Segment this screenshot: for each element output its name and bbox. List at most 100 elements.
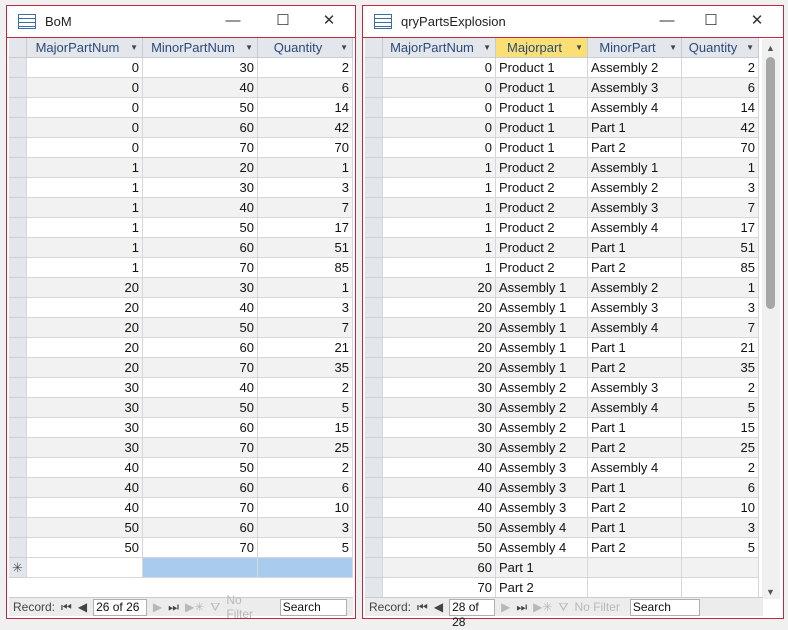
record-selector[interactable] [365,418,383,438]
table-cell[interactable]: 20 [383,298,496,318]
table-cell[interactable]: 60 [143,478,258,498]
table-cell[interactable]: 0 [27,78,143,98]
table-cell[interactable]: 25 [682,438,759,458]
table-cell[interactable]: Assembly 3 [496,478,588,498]
table-cell[interactable]: 30 [383,418,496,438]
record-selector[interactable] [365,538,383,558]
table-cell[interactable]: 15 [682,418,759,438]
table-row[interactable]: 30 Assembly 2 Assembly 45 [365,398,759,418]
table-row[interactable]: 1 Product 2 Part 2 85 [365,258,759,278]
scroll-up-icon[interactable]: ▲ [766,43,775,53]
record-selector[interactable] [9,158,27,178]
table-row[interactable]: 30 70 25 [9,438,353,458]
record-selector[interactable] [9,218,27,238]
table-cell[interactable]: 1 [27,218,143,238]
table-cell[interactable]: 40 [143,298,258,318]
record-selector[interactable] [9,58,27,78]
record-selector[interactable] [9,198,27,218]
table-cell[interactable]: 40 [143,198,258,218]
table-cell[interactable]: 30 [383,398,496,418]
table-cell[interactable]: 1 [27,238,143,258]
record-selector[interactable] [365,378,383,398]
record-selector[interactable] [9,518,27,538]
table-cell[interactable]: 50 [383,518,496,538]
table-cell[interactable]: 1 [383,218,496,238]
table-row[interactable]: 0 30 2 [9,58,353,78]
table-cell[interactable]: 0 [383,78,496,98]
sort-dropdown-icon[interactable]: ▼ [245,38,253,57]
sort-dropdown-icon[interactable]: ▼ [340,38,348,57]
table-row[interactable]: 20 Assembly 1 Assembly 21 [365,278,759,298]
table-cell[interactable]: 70 [258,138,353,158]
table-cell[interactable]: Assembly 3 [496,458,588,478]
table-row[interactable]: 1 70 85 [9,258,353,278]
record-selector[interactable] [365,98,383,118]
table-cell[interactable]: 30 [143,278,258,298]
record-selector[interactable] [365,238,383,258]
column-header[interactable]: MajorPartNum ▼ [27,38,143,58]
record-selector[interactable] [9,138,27,158]
record-selector[interactable] [9,418,27,438]
table-cell[interactable]: 40 [27,498,143,518]
select-all-corner[interactable] [365,38,383,58]
table-cell[interactable]: 25 [258,438,353,458]
table-row[interactable]: 1 Product 2 Assembly 11 [365,158,759,178]
sort-dropdown-icon[interactable]: ▼ [669,38,677,57]
record-position-input[interactable]: 26 of 26 [93,598,147,616]
table-row[interactable]: 1 50 17 [9,218,353,238]
table-cell[interactable]: Part 1 [588,478,682,498]
table-row[interactable]: 1 Product 2 Assembly 37 [365,198,759,218]
table-cell[interactable]: Assembly 4 [496,538,588,558]
table-cell[interactable]: 2 [258,58,353,78]
table-cell[interactable]: Assembly 3 [588,298,682,318]
table-cell[interactable]: Product 2 [496,218,588,238]
table-cell[interactable] [588,558,682,578]
table-row[interactable]: 20 50 7 [9,318,353,338]
table-row[interactable]: 20 Assembly 1 Part 1 21 [365,338,759,358]
sort-dropdown-icon[interactable]: ▼ [575,38,583,57]
table-row[interactable]: 30 40 2 [9,378,353,398]
table-cell[interactable]: 1 [682,158,759,178]
table-cell[interactable]: 50 [383,538,496,558]
table-cell[interactable]: 70 [143,498,258,518]
table-cell[interactable]: 40 [27,458,143,478]
record-selector[interactable] [365,318,383,338]
table-row[interactable]: 20 70 35 [9,358,353,378]
table-row[interactable]: 1 20 1 [9,158,353,178]
maximize-button[interactable]: ☐ [693,10,729,32]
table-cell[interactable]: 17 [682,218,759,238]
record-selector[interactable] [9,98,27,118]
table-row[interactable]: 1 Product 2 Assembly 23 [365,178,759,198]
last-record-icon[interactable]: ⏭ [516,600,527,615]
minimize-button[interactable]: — [649,10,685,32]
table-row[interactable]: 20 60 21 [9,338,353,358]
table-cell[interactable]: 6 [258,78,353,98]
search-input[interactable]: Search [629,598,700,616]
table-row[interactable]: 50 70 5 [9,538,353,558]
table-cell[interactable]: 60 [143,338,258,358]
record-selector[interactable] [365,458,383,478]
table-cell[interactable]: 60 [143,238,258,258]
record-selector[interactable] [9,178,27,198]
table-cell[interactable]: 2 [258,378,353,398]
record-selector[interactable] [365,498,383,518]
table-cell[interactable]: 0 [27,118,143,138]
table-cell[interactable]: 7 [682,198,759,218]
table-cell[interactable]: 30 [143,58,258,78]
next-record-icon[interactable]: ▶ [501,600,510,614]
table-cell[interactable]: Product 1 [496,118,588,138]
table-cell[interactable]: Product 1 [496,138,588,158]
table-cell[interactable]: Assembly 4 [588,218,682,238]
table-cell[interactable]: 20 [27,318,143,338]
record-selector[interactable] [9,278,27,298]
table-row[interactable]: 0 Product 1 Assembly 36 [365,78,759,98]
table-cell[interactable]: 6 [258,478,353,498]
table-cell[interactable]: 20 [27,278,143,298]
record-selector[interactable] [9,458,27,478]
table-cell[interactable]: 30 [27,378,143,398]
minimize-button[interactable]: — [215,10,251,32]
table-row[interactable]: 0 50 14 [9,98,353,118]
table-cell[interactable]: 30 [383,438,496,458]
record-selector[interactable] [365,438,383,458]
table-cell[interactable]: 7 [258,318,353,338]
